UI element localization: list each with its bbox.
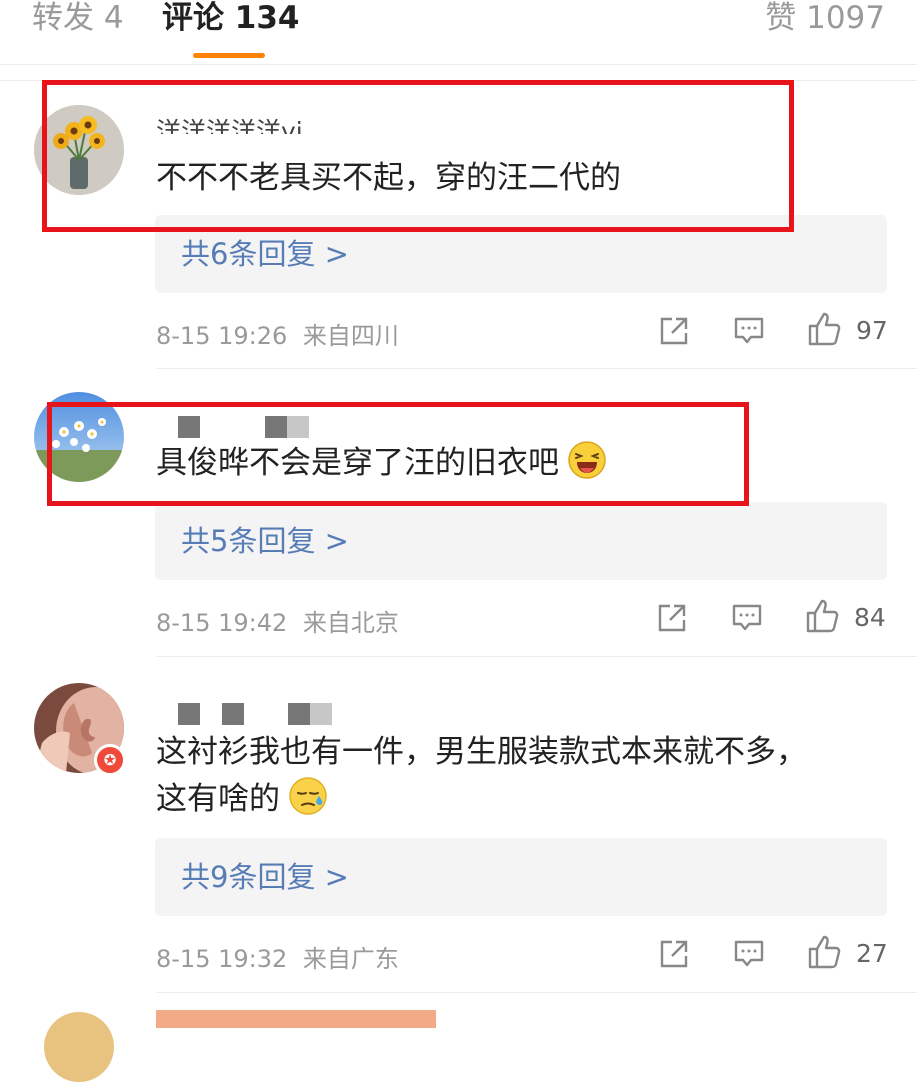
comment-text-content: 这有啥的: [156, 781, 280, 817]
replies-label: 共9条回复 >: [181, 860, 349, 894]
tab-likes[interactable]: 赞 1097: [765, 0, 885, 38]
timestamp: 8-15 19:42: [156, 609, 288, 637]
comment-meta: 8-15 19:32 来自广东: [156, 939, 399, 974]
divider: [156, 656, 917, 657]
comment-icon[interactable]: [733, 315, 765, 351]
like-icon[interactable]: [806, 311, 842, 351]
like-icon[interactable]: [804, 598, 840, 638]
like-count: 84: [854, 603, 886, 632]
active-tab-indicator: [193, 53, 265, 58]
comment-meta: 8-15 19:42 来自北京: [156, 603, 399, 638]
redacted-username: [222, 703, 244, 725]
comment-icon[interactable]: [731, 602, 763, 638]
sweat-emoji: [289, 777, 327, 815]
tab-comments[interactable]: 评论 134: [162, 0, 300, 38]
location: 来自广东: [302, 945, 399, 973]
like-icon[interactable]: [806, 934, 842, 974]
replies-label: 共6条回复 >: [181, 237, 349, 271]
highlight-box: [47, 402, 749, 506]
like-count: 97: [856, 316, 888, 345]
divider: [156, 368, 917, 369]
highlight-box: [42, 80, 794, 232]
divider: [156, 992, 917, 993]
location: 来自四川: [302, 322, 399, 350]
tab-bar: 转发 4 评论 134 赞 1097: [0, 0, 917, 65]
timestamp: 8-15 19:26: [156, 322, 288, 350]
comment-text-line: 这有啥的: [156, 776, 876, 823]
tab-repost[interactable]: 转发 4: [32, 0, 124, 38]
replies-link[interactable]: 共5条回复 >: [155, 502, 887, 580]
replies-label: 共5条回复 >: [181, 524, 349, 558]
comment-text: 这衬衫我也有一件，男生服装款式本来就不多， 这有啥的: [156, 729, 876, 823]
like-count: 27: [856, 939, 888, 968]
redacted-username: [310, 703, 332, 725]
comment-meta: 8-15 19:26 来自四川: [156, 316, 399, 351]
avatar[interactable]: [44, 1012, 114, 1082]
share-icon[interactable]: [658, 315, 690, 351]
timestamp: 8-15 19:32: [156, 945, 288, 973]
share-icon[interactable]: [656, 602, 688, 638]
replies-link[interactable]: 共9条回复 >: [155, 838, 887, 916]
location: 来自北京: [302, 609, 399, 637]
username-partial: [156, 1010, 436, 1028]
redacted-username: [178, 703, 200, 725]
redacted-username: [288, 703, 310, 725]
comment-icon[interactable]: [733, 938, 765, 974]
share-icon[interactable]: [658, 938, 690, 974]
verified-badge-icon: ✪: [94, 744, 126, 776]
comment-text-line: 这衬衫我也有一件，男生服装款式本来就不多，: [156, 734, 807, 770]
